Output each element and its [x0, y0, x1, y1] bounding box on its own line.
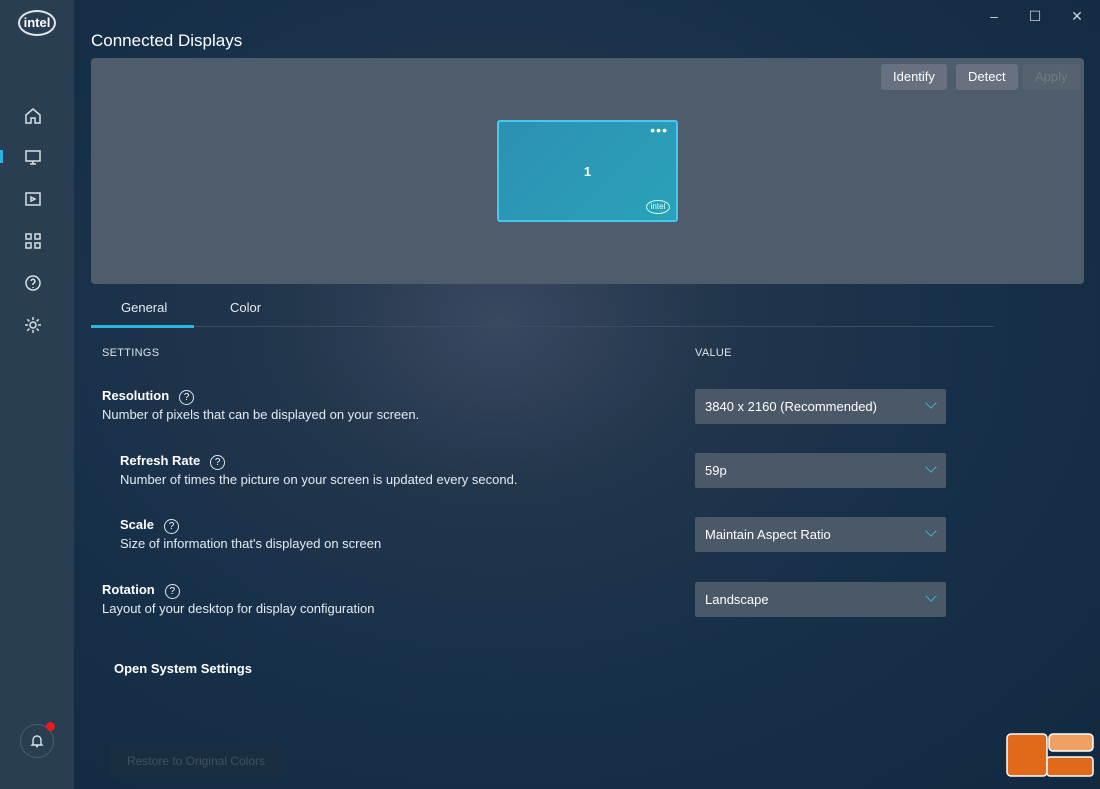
refresh-rate-desc: Number of times the picture on your scre…: [120, 472, 518, 487]
active-indicator: [0, 150, 3, 163]
detect-button[interactable]: Detect: [956, 64, 1018, 90]
scale-desc: Size of information that's displayed on …: [120, 536, 382, 551]
monitor-intel-logo: intel: [646, 200, 670, 214]
tab-color[interactable]: Color: [230, 300, 261, 315]
home-icon[interactable]: [20, 103, 46, 129]
help-icon[interactable]: ?: [163, 519, 179, 534]
gear-icon[interactable]: [20, 312, 46, 338]
display-arrangement-panel: Identify Detect Apply ••• 1 intel: [91, 58, 1084, 284]
monitor-number: 1: [583, 164, 592, 179]
monitor-menu-icon[interactable]: •••: [650, 122, 668, 138]
apply-button[interactable]: Apply: [1023, 64, 1080, 90]
restore-colors-button[interactable]: Restore to Original Colors: [110, 745, 282, 777]
minimize-button[interactable]: –: [984, 8, 1004, 24]
tab-divider: [91, 326, 994, 327]
rotation-select[interactable]: Landscape: [695, 582, 946, 617]
help-icon[interactable]: ?: [164, 584, 180, 599]
close-button[interactable]: ✕: [1067, 8, 1087, 24]
watermark-logo: [1006, 733, 1094, 777]
resolution-desc: Number of pixels that can be displayed o…: [102, 407, 420, 422]
tab-general[interactable]: General: [121, 300, 167, 315]
value-header: VALUE: [695, 347, 732, 359]
refresh-rate-label: Refresh Rate?: [120, 453, 226, 470]
open-system-settings-link[interactable]: Open System Settings: [114, 661, 252, 676]
notification-badge: [46, 722, 55, 731]
scale-select[interactable]: Maintain Aspect Ratio: [695, 517, 946, 552]
chevron-down-icon: [925, 461, 937, 473]
monitor-tile-1[interactable]: ••• 1 intel: [497, 120, 678, 222]
identify-button[interactable]: Identify: [881, 64, 947, 90]
apps-icon[interactable]: [20, 228, 46, 254]
help-icon[interactable]: ?: [179, 390, 195, 405]
rotation-label: Rotation?: [102, 582, 180, 599]
help-icon[interactable]: [20, 270, 46, 296]
resolution-label: Resolution?: [102, 388, 195, 405]
intel-logo: intel: [18, 10, 56, 36]
page-title: Connected Displays: [91, 31, 243, 50]
chevron-down-icon: [925, 525, 937, 537]
bell-icon: [30, 735, 44, 748]
video-icon[interactable]: [20, 186, 46, 212]
scale-label: Scale?: [120, 517, 179, 534]
refresh-rate-select[interactable]: 59p: [695, 453, 946, 488]
rotation-desc: Layout of your desktop for display confi…: [102, 601, 375, 616]
chevron-down-icon: [925, 590, 937, 602]
chevron-down-icon: [925, 397, 937, 409]
resolution-select[interactable]: 3840 x 2160 (Recommended): [695, 389, 946, 424]
display-icon[interactable]: [20, 144, 46, 170]
settings-header: SETTINGS: [102, 347, 160, 359]
sidebar: intel: [0, 0, 74, 789]
maximize-button[interactable]: ☐: [1025, 8, 1045, 24]
help-icon[interactable]: ?: [210, 455, 226, 470]
active-tab-indicator: [91, 325, 194, 328]
